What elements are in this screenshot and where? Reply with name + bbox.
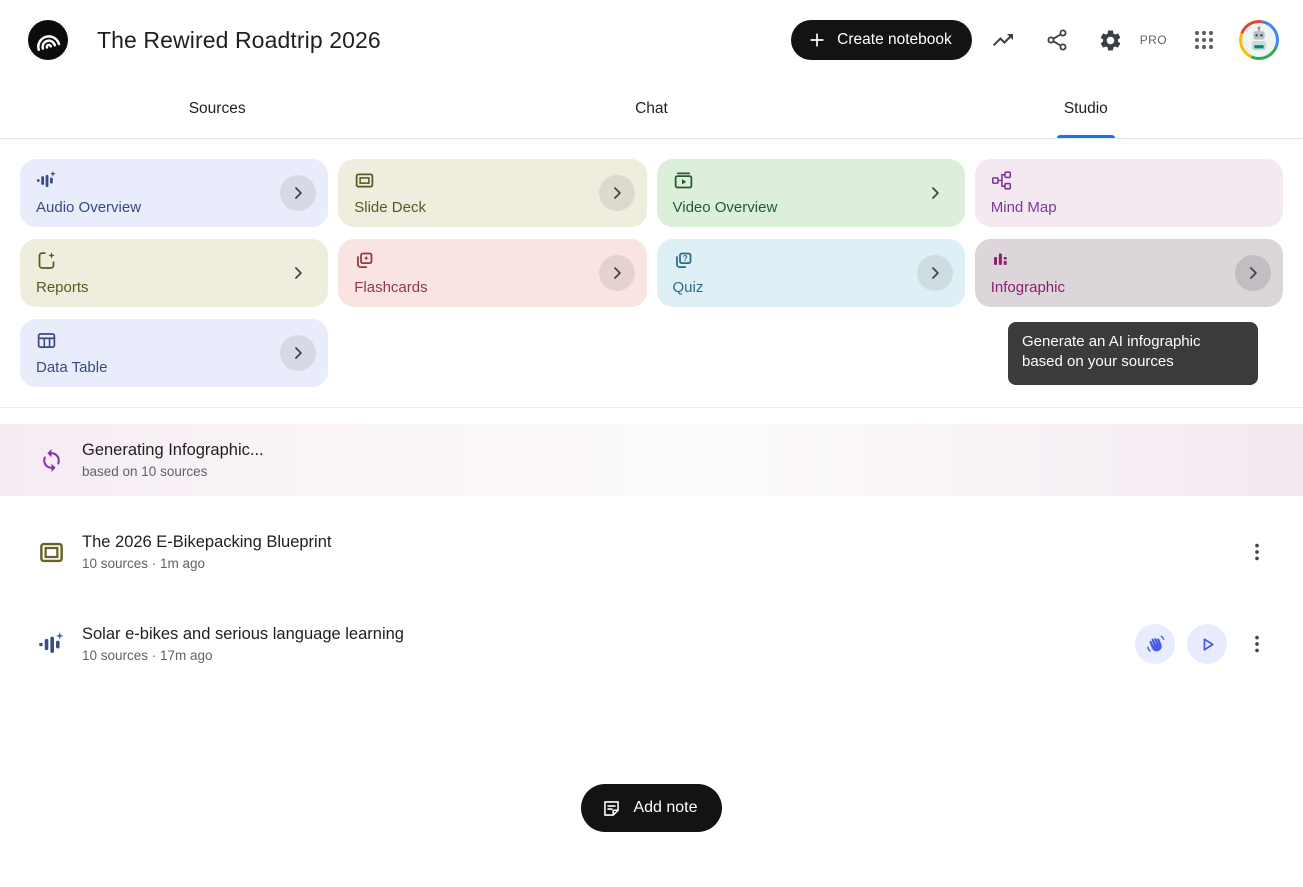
card-audio-overview[interactable]: Audio Overview — [20, 159, 328, 227]
settings-gear-icon[interactable] — [1088, 17, 1134, 63]
card-label: Quiz — [673, 279, 704, 296]
tab-sources[interactable]: Sources — [0, 80, 434, 138]
card-flashcards[interactable]: Flashcards — [338, 239, 646, 307]
card-label: Slide Deck — [354, 199, 426, 216]
artifact-subtitle: 10 sources · 1m ago — [82, 556, 1239, 571]
report-sparkle-icon — [36, 250, 89, 271]
chevron-right-icon[interactable] — [280, 255, 316, 291]
tab-chat-label: Chat — [635, 100, 668, 118]
note-icon — [601, 798, 622, 819]
tab-studio-label: Studio — [1064, 100, 1108, 118]
quiz-question-icon: ? — [673, 250, 704, 271]
card-data-table[interactable]: Data Table — [20, 319, 328, 387]
card-label: Video Overview — [673, 199, 778, 216]
artifact-title: Solar e-bikes and serious language learn… — [82, 625, 1135, 644]
card-quiz[interactable]: ? Quiz — [657, 239, 965, 307]
pro-badge: PRO — [1140, 33, 1167, 47]
artifact-row-slide-deck[interactable]: The 2026 E-Bikepacking Blueprint 10 sour… — [0, 516, 1303, 588]
artifact-subtitle: 10 sources · 17m ago — [82, 648, 1135, 663]
slide-frame-icon — [36, 539, 66, 566]
sync-generating-icon — [36, 448, 66, 473]
card-label: Flashcards — [354, 279, 427, 296]
card-label: Mind Map — [991, 199, 1057, 216]
card-infographic[interactable]: Infographic — [975, 239, 1283, 307]
card-mind-map[interactable]: Mind Map — [975, 159, 1283, 227]
card-reports[interactable]: Reports — [20, 239, 328, 307]
notebooklm-logo[interactable] — [28, 20, 68, 60]
infographic-tooltip: Generate an AI infographic based on your… — [1008, 322, 1258, 385]
interactive-mode-hand-icon[interactable] — [1135, 624, 1175, 664]
flashcards-star-icon — [354, 250, 427, 271]
card-slide-deck[interactable]: Slide Deck — [338, 159, 646, 227]
avatar-robot-image — [1242, 23, 1276, 57]
card-label: Data Table — [36, 359, 107, 376]
artifact-title: The 2026 E-Bikepacking Blueprint — [82, 533, 1239, 552]
card-label: Audio Overview — [36, 199, 141, 216]
chevron-right-icon[interactable] — [599, 255, 635, 291]
artifact-row-audio-overview[interactable]: Solar e-bikes and serious language learn… — [0, 608, 1303, 680]
tab-studio[interactable]: Studio — [869, 80, 1303, 138]
more-menu-icon[interactable] — [1239, 534, 1275, 570]
add-note-button[interactable]: Add note — [581, 784, 721, 832]
chevron-right-icon[interactable] — [280, 335, 316, 371]
create-notebook-button[interactable]: Create notebook — [791, 20, 972, 60]
svg-text:?: ? — [682, 254, 687, 263]
more-menu-icon[interactable] — [1239, 626, 1275, 662]
add-note-container: Add note — [0, 784, 1303, 832]
artifact-row-generating-infographic[interactable]: Generating Infographic... based on 10 so… — [0, 424, 1303, 496]
apps-grid-icon[interactable] — [1181, 17, 1227, 63]
card-video-overview[interactable]: Video Overview — [657, 159, 965, 227]
video-play-icon — [673, 170, 778, 191]
card-label: Infographic — [991, 279, 1065, 296]
chevron-right-icon[interactable] — [599, 175, 635, 211]
tab-sources-label: Sources — [189, 100, 246, 118]
top-bar: The Rewired Roadtrip 2026 Create noteboo… — [0, 0, 1303, 80]
artifact-subtitle: based on 10 sources — [82, 464, 1303, 479]
slide-frame-icon — [354, 170, 426, 191]
mind-map-nodes-icon — [991, 170, 1057, 191]
notebook-title[interactable]: The Rewired Roadtrip 2026 — [97, 27, 381, 54]
audio-waveform-sparkle-icon — [36, 631, 66, 658]
artifact-title: Generating Infographic... — [82, 441, 1303, 460]
analytics-trending-up-icon[interactable] — [980, 17, 1026, 63]
add-note-label: Add note — [633, 799, 697, 817]
avatar[interactable] — [1239, 20, 1279, 60]
panel-tabs: Sources Chat Studio — [0, 80, 1303, 139]
chevron-right-icon[interactable] — [1235, 255, 1271, 291]
tab-chat[interactable]: Chat — [434, 80, 868, 138]
share-icon[interactable] — [1034, 17, 1080, 63]
chevron-right-icon[interactable] — [917, 175, 953, 211]
audio-waveform-sparkle-icon — [36, 170, 141, 191]
card-label: Reports — [36, 279, 89, 296]
chevron-right-icon[interactable] — [917, 255, 953, 291]
create-notebook-label: Create notebook — [837, 31, 952, 49]
plus-icon — [807, 30, 827, 50]
play-icon[interactable] — [1187, 624, 1227, 664]
bar-chart-icon — [991, 250, 1065, 271]
chevron-right-icon[interactable] — [280, 175, 316, 211]
data-table-icon — [36, 330, 107, 351]
studio-artifacts-list: Generating Infographic... based on 10 so… — [0, 408, 1303, 680]
